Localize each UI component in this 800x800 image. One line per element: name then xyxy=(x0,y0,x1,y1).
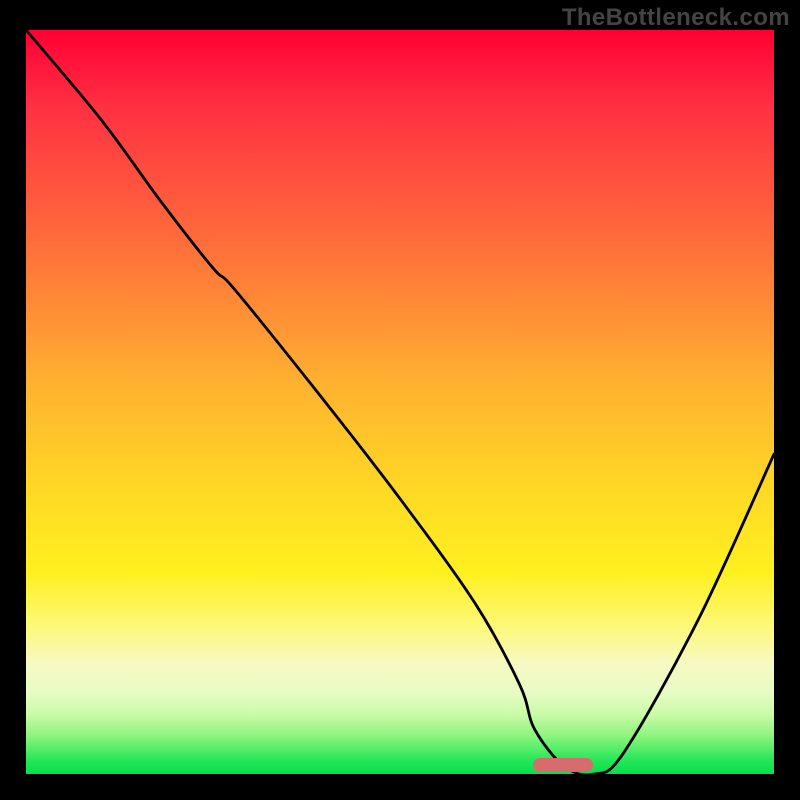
plot-area xyxy=(26,30,774,774)
watermark-text: TheBottleneck.com xyxy=(562,4,790,32)
curve-path xyxy=(26,30,774,774)
optimal-marker xyxy=(533,758,593,772)
bottleneck-curve xyxy=(26,30,774,774)
chart-frame: TheBottleneck.com xyxy=(0,0,800,800)
